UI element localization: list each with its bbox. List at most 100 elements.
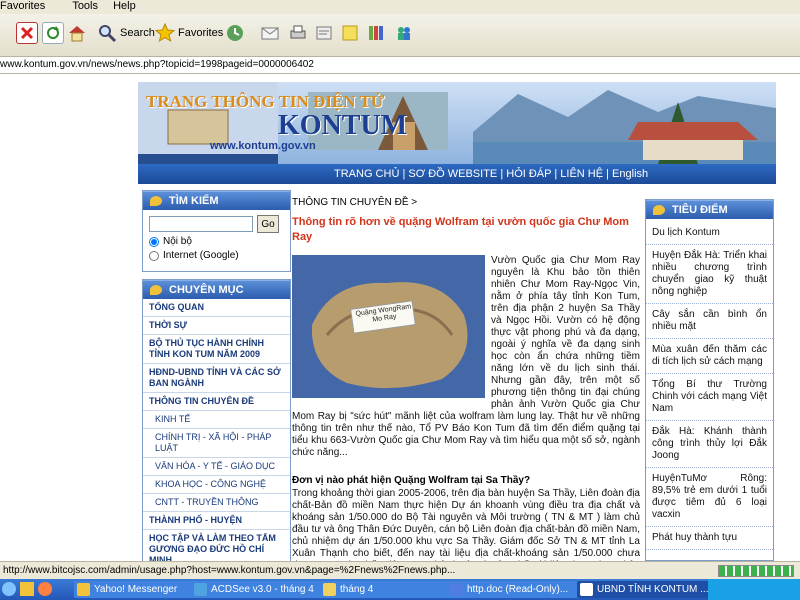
history-button[interactable] bbox=[225, 20, 245, 46]
address-bar[interactable]: www.kontum.gov.vn/news/news.php?topicid=… bbox=[0, 57, 800, 74]
focus-item[interactable]: Du lịch Kontum bbox=[646, 219, 773, 245]
category-item[interactable]: HỌC TẬP VÀ LÀM THEO TẤM GƯƠNG ĐẠO ĐỨC HỒ… bbox=[143, 530, 290, 561]
focus-item[interactable]: Huyện Đắk Hà: Triển khai nhiều chương tr… bbox=[646, 245, 773, 304]
desktop-quicklaunch-icon[interactable] bbox=[20, 582, 34, 596]
messenger-icon bbox=[394, 23, 414, 43]
subcategory-item[interactable]: CNTT - TRUYỀN THÔNG bbox=[143, 494, 290, 512]
refresh-button[interactable] bbox=[42, 20, 64, 46]
site-search-input[interactable] bbox=[149, 216, 253, 232]
focus-item[interactable]: Tổng Bí thư Trường Chinh với cách mạng V… bbox=[646, 374, 773, 421]
article-photo: Quặng WongRam Mo Ray bbox=[292, 255, 485, 398]
notes-button[interactable] bbox=[340, 20, 360, 46]
bullet-icon bbox=[150, 285, 162, 295]
category-panel: CHUYÊN MỤC TỔNG QUAN THỜI SỰ BỘ THỦ TỤC … bbox=[142, 279, 291, 562]
search-button[interactable]: Search bbox=[97, 20, 155, 46]
favorites-label: Favorites bbox=[178, 27, 224, 39]
favorites-button[interactable]: Favorites bbox=[154, 20, 224, 46]
books-icon bbox=[366, 23, 386, 43]
focus-panel-header: TIÊU ĐIỂM bbox=[646, 200, 773, 219]
windows-taskbar: Yahoo! Messenger ACDSee v3.0 - tháng 4 t… bbox=[0, 579, 800, 600]
bullet-icon bbox=[150, 196, 162, 206]
category-item[interactable]: THÔNG TIN CHUYÊN ĐỀ bbox=[143, 393, 290, 411]
menu-favorites[interactable]: Favorites bbox=[0, 0, 51, 13]
nav-sitemap[interactable]: SƠ ĐỒ WEBSITE bbox=[408, 168, 497, 180]
home-button[interactable] bbox=[67, 20, 87, 46]
history-icon bbox=[225, 23, 245, 43]
banner-title-line1: TRANG THÔNG TIN ĐIỆN TỬ bbox=[146, 92, 385, 111]
edit-button[interactable] bbox=[314, 20, 334, 46]
category-item[interactable]: HĐND-UBND TỈNH VÀ CÁC SỞ BAN NGÀNH bbox=[143, 364, 290, 393]
radio-google[interactable] bbox=[149, 250, 159, 261]
task-yahoo-messenger[interactable]: Yahoo! Messenger bbox=[74, 581, 206, 598]
note-icon bbox=[340, 23, 360, 43]
yahoo-icon bbox=[77, 583, 90, 596]
nav-english[interactable]: English bbox=[612, 168, 648, 180]
loading-progress bbox=[718, 565, 794, 577]
category-item[interactable]: THỜI SỰ bbox=[143, 317, 290, 335]
subcategory-item[interactable]: VĂN HÓA - Y TẾ - GIÁO DỤC bbox=[143, 458, 290, 476]
mail-button[interactable] bbox=[260, 20, 280, 46]
status-bar: http://www.bitcojsc.com/admin/usage.php?… bbox=[0, 561, 800, 579]
banner-title-line2: KONTUM bbox=[278, 110, 408, 141]
nav-home[interactable]: TRANG CHỦ bbox=[334, 168, 399, 180]
search-label: Search bbox=[120, 27, 155, 39]
focus-item[interactable]: Mùa xuân đến thăm các di tích lịch sử cá… bbox=[646, 339, 773, 374]
banner-url: www.kontum.gov.vn bbox=[210, 140, 316, 152]
section-breadcrumb[interactable]: THÔNG TIN CHUYÊN ĐỀ > bbox=[292, 197, 640, 208]
browser-toolbar: Search Favorites bbox=[0, 14, 800, 57]
search-go-button[interactable]: Go bbox=[257, 215, 279, 233]
print-button[interactable] bbox=[288, 20, 308, 46]
ie-icon bbox=[580, 583, 593, 596]
menu-tools[interactable]: Tools bbox=[54, 0, 104, 13]
subcategory-item[interactable]: KHOA HỌC - CÔNG NGHỆ bbox=[143, 476, 290, 494]
mail-icon bbox=[260, 23, 280, 43]
article-area: THÔNG TIN CHUYÊN ĐỀ > Thông tin rõ hơn v… bbox=[292, 197, 640, 576]
category-item[interactable]: TỔNG QUAN bbox=[143, 299, 290, 317]
subcategory-item[interactable]: CHÍNH TRỊ - XÃ HỘI - PHÁP LUẬT bbox=[143, 429, 290, 458]
system-tray bbox=[708, 579, 800, 600]
focus-item[interactable]: HuyệnTuMơ Rông: 89,5% trẻ em dưới 1 tuổi… bbox=[646, 468, 773, 527]
menu-help[interactable]: Help bbox=[107, 0, 142, 13]
category-item[interactable]: THÀNH PHỐ - HUYỆN bbox=[143, 512, 290, 530]
focus-item[interactable]: Phát huy thành tựu bbox=[646, 527, 773, 550]
task-browser-active[interactable]: UBND TỈNH KONTUM ... bbox=[577, 581, 722, 598]
ie-quicklaunch-icon[interactable] bbox=[2, 582, 16, 596]
word-icon bbox=[450, 583, 463, 596]
bullet-icon bbox=[653, 205, 665, 215]
radio-google-label: Internet (Google) bbox=[163, 250, 239, 261]
acdsee-icon bbox=[194, 583, 207, 596]
task-acdsee[interactable]: ACDSee v3.0 - tháng 4 bbox=[191, 581, 335, 598]
site-banner: TRANG THÔNG TIN ĐIỆN TỬ KONTUM www.kontu… bbox=[138, 82, 776, 164]
nav-contact[interactable]: LIÊN HỆ bbox=[560, 168, 603, 180]
status-url: http://www.bitcojsc.com/admin/usage.php?… bbox=[3, 565, 456, 576]
nav-faq[interactable]: HỎI ĐÁP bbox=[506, 168, 551, 180]
ore-rock-image bbox=[292, 255, 485, 398]
category-panel-header: CHUYÊN MỤC bbox=[143, 280, 290, 299]
article-subheading: Đơn vị nào phát hiện Quặng Wolfram tại S… bbox=[292, 475, 531, 486]
focus-item[interactable]: Cây sắn cần bình ổn nhiều mặt bbox=[646, 304, 773, 339]
article-title: Thông tin rõ hơn về quặng Wolfram tại vư… bbox=[292, 216, 629, 243]
printer-icon bbox=[288, 23, 308, 43]
quicklaunch bbox=[2, 582, 62, 597]
search-panel-header: TÌM KIẾM bbox=[143, 191, 290, 210]
browser-menubar: Favorites Tools Help bbox=[0, 0, 800, 14]
home-icon bbox=[67, 23, 87, 43]
stop-button[interactable] bbox=[16, 20, 38, 46]
category-item[interactable]: BỘ THỦ TỤC HÀNH CHÍNH TỈNH KON TUM NĂM 2… bbox=[143, 335, 290, 364]
research-button[interactable] bbox=[366, 20, 386, 46]
edit-icon bbox=[314, 23, 334, 43]
radio-internal-label: Nội bộ bbox=[163, 236, 192, 247]
task-word-doc[interactable]: http.doc (Read-Only)... bbox=[447, 581, 592, 598]
subcategory-item[interactable]: KINH TẾ bbox=[143, 411, 290, 429]
main-nav: TRANG CHỦ | SƠ ĐỒ WEBSITE | HỎI ĐÁP | LI… bbox=[138, 164, 776, 184]
app-quicklaunch-icon[interactable] bbox=[38, 582, 52, 596]
search-icon bbox=[97, 23, 117, 43]
star-icon bbox=[154, 22, 176, 43]
refresh-icon bbox=[42, 22, 64, 44]
radio-internal[interactable] bbox=[149, 236, 159, 247]
messenger-button[interactable] bbox=[394, 20, 414, 46]
focus-panel: TIÊU ĐIỂM Du lịch Kontum Huyện Đắk Hà: T… bbox=[645, 199, 774, 561]
address-url: www.kontum.gov.vn/news/news.php?topicid=… bbox=[0, 59, 314, 70]
focus-item[interactable]: Đắk Hà: Khánh thành công trình thủy lợi … bbox=[646, 421, 773, 468]
task-folder[interactable]: tháng 4 bbox=[320, 581, 462, 598]
